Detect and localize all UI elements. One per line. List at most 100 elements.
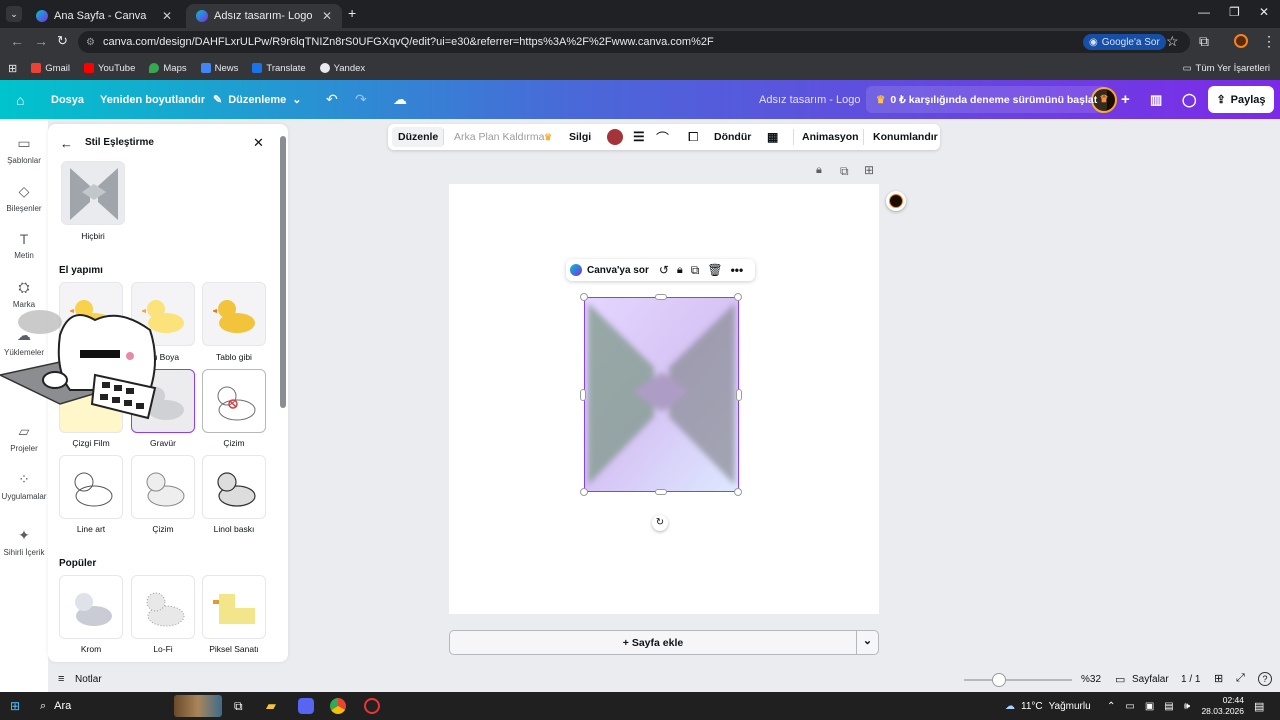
tab-adsiz-tasarim[interactable]: Adsız tasarım- Logo ✕: [186, 4, 342, 28]
style-thumb-chrome[interactable]: [59, 575, 123, 639]
selection-box[interactable]: [584, 297, 739, 492]
comment-icon[interactable]: ◯: [1182, 80, 1197, 119]
add-page-icon[interactable]: ⊞: [864, 163, 874, 177]
position-button[interactable]: Konumlandır: [873, 124, 938, 150]
trial-button[interactable]: ♛ 0 ₺ karşılığında deneme sürümünü başla…: [866, 86, 1108, 113]
add-collaborator-icon[interactable]: +: [1121, 80, 1130, 119]
minimize-icon[interactable]: —: [1198, 5, 1210, 19]
analytics-icon[interactable]: ▥: [1150, 80, 1162, 119]
resize-handle-se[interactable]: [734, 488, 742, 496]
editing-mode-menu[interactable]: ✎ Düzenleme ⌄: [213, 80, 302, 119]
chevron-down-icon[interactable]: ⌄: [856, 630, 878, 655]
app-icon[interactable]: [364, 698, 380, 714]
tab-search-button[interactable]: ⌄: [6, 6, 22, 22]
crop-icon[interactable]: ⧠: [688, 124, 698, 150]
zoom-slider-knob[interactable]: [991, 673, 1006, 687]
close-tab-icon[interactable]: ✕: [162, 9, 172, 23]
border-style-icon[interactable]: ☰: [633, 124, 645, 150]
discord-icon[interactable]: [298, 698, 314, 714]
resize-handle-e[interactable]: [736, 389, 742, 401]
rotate-handle-icon[interactable]: ↻: [652, 515, 668, 531]
home-icon[interactable]: ⌂: [16, 80, 24, 119]
undo-icon[interactable]: ↶: [326, 80, 338, 119]
style-thumb-pixel[interactable]: [202, 575, 266, 639]
resize-handle-n[interactable]: [655, 294, 667, 300]
back-arrow-icon[interactable]: ←: [60, 136, 73, 151]
new-tab-button[interactable]: +: [348, 5, 356, 21]
chrome-icon[interactable]: [330, 698, 346, 714]
restore-icon[interactable]: ❐: [1229, 5, 1240, 19]
comment-add-icon[interactable]: ↺: [659, 263, 669, 277]
lock-icon[interactable]: 🔒︎: [677, 264, 683, 277]
resize-handle-nw[interactable]: [580, 293, 588, 301]
file-explorer-icon[interactable]: ▰: [266, 692, 276, 720]
more-icon[interactable]: •••: [731, 263, 744, 277]
style-thumb-linocut[interactable]: [202, 455, 266, 519]
google-ask-button[interactable]: ◉ Google'a Sor: [1083, 34, 1166, 50]
taskbar-search[interactable]: ⌕ Ara: [40, 692, 71, 720]
duplicate-page-icon[interactable]: ⧉: [840, 164, 849, 179]
document-title[interactable]: Adsız tasarım - Logo: [759, 80, 861, 119]
extensions-icon[interactable]: ⧉: [1199, 33, 1209, 50]
pages-icon[interactable]: ▭: [1115, 673, 1125, 686]
back-icon[interactable]: ←: [10, 33, 24, 49]
corner-rounding-icon[interactable]: ⌒: [656, 124, 669, 150]
bookmark-news[interactable]: News: [200, 63, 238, 74]
resize-menu[interactable]: Yeniden boyutlandır: [100, 80, 205, 119]
windows-start-icon[interactable]: ⊞: [10, 692, 20, 720]
trash-icon[interactable]: 🗑︎: [707, 263, 722, 277]
resize-handle-sw[interactable]: [580, 488, 588, 496]
animation-button[interactable]: Animasyon: [802, 124, 859, 150]
collaborator-avatar[interactable]: [886, 191, 906, 211]
close-icon[interactable]: ✕: [253, 135, 264, 151]
transparency-icon[interactable]: ▦: [767, 124, 778, 150]
style-none-thumbnail[interactable]: [61, 161, 125, 225]
style-thumb-drawing[interactable]: [202, 369, 266, 433]
panel-scrollbar[interactable]: [280, 136, 286, 408]
profile-avatar[interactable]: [1234, 34, 1248, 48]
zoom-level[interactable]: %32: [1081, 674, 1101, 685]
network-icon[interactable]: ▤: [1164, 701, 1173, 712]
bookmark-gmail[interactable]: Gmail: [31, 63, 70, 74]
duplicate-icon[interactable]: ⧉: [691, 263, 700, 278]
apps-grid-icon[interactable]: ⊞: [8, 62, 17, 75]
edit-button[interactable]: Düzenle: [392, 127, 445, 147]
clock[interactable]: 02:44 28.03.2026: [1200, 695, 1244, 717]
color-swatch[interactable]: [607, 129, 623, 145]
notifications-icon[interactable]: ▤: [1254, 692, 1264, 720]
url-input[interactable]: ⚙ canva.com/design/DAHFLxrULPw/R9r6lqTNI…: [78, 31, 1190, 53]
pages-button[interactable]: Sayfalar: [1132, 674, 1169, 685]
bookmark-translate[interactable]: Translate: [252, 63, 306, 74]
eraser-button[interactable]: Silgi: [569, 124, 591, 150]
search-highlight-image[interactable]: [174, 695, 222, 717]
help-icon[interactable]: ?: [1258, 672, 1272, 686]
task-view-icon[interactable]: ⧉: [234, 692, 243, 720]
site-info-icon[interactable]: ⚙: [86, 37, 95, 48]
fullscreen-icon[interactable]: ⤢: [1236, 672, 1245, 685]
resize-handle-w[interactable]: [580, 389, 586, 401]
battery-icon[interactable]: ▭: [1125, 701, 1134, 712]
add-page-button[interactable]: + Sayfa ekle: [450, 637, 856, 649]
style-thumb-lineart[interactable]: [59, 455, 123, 519]
weather-widget[interactable]: ☁ 11°C Yağmurlu: [1005, 692, 1091, 720]
rotate-button[interactable]: Döndür: [714, 124, 751, 150]
redo-icon[interactable]: ↷: [355, 80, 367, 119]
close-tab-icon[interactable]: ✕: [322, 9, 332, 23]
bg-remove-button[interactable]: Arka Plan Kaldırma: [454, 124, 544, 150]
lock-icon[interactable]: 🔒︎: [816, 164, 822, 177]
camera-icon[interactable]: ▣: [1145, 701, 1154, 712]
sidebar-item-text[interactable]: T Metin: [0, 231, 48, 260]
close-window-icon[interactable]: ✕: [1259, 5, 1269, 19]
sidebar-item-magic[interactable]: ✦ Sihirli İçerik: [0, 527, 48, 557]
all-bookmarks[interactable]: ▭ Tüm Yer İşaretleri: [1183, 63, 1270, 74]
notes-icon[interactable]: ≡: [58, 673, 64, 685]
sidebar-item-elements[interactable]: ◇ Bileşenler: [0, 183, 48, 213]
sidebar-item-projects[interactable]: ▱ Projeler: [0, 423, 48, 453]
style-thumb-lofi[interactable]: [131, 575, 195, 639]
resize-handle-ne[interactable]: [734, 293, 742, 301]
reload-icon[interactable]: ↻: [57, 33, 68, 49]
tab-ana-sayfa[interactable]: Ana Sayfa - Canva ✕: [26, 4, 182, 28]
resize-handle-s[interactable]: [655, 489, 667, 495]
file-menu[interactable]: Dosya: [51, 80, 84, 119]
bookmark-maps[interactable]: Maps: [149, 63, 187, 74]
